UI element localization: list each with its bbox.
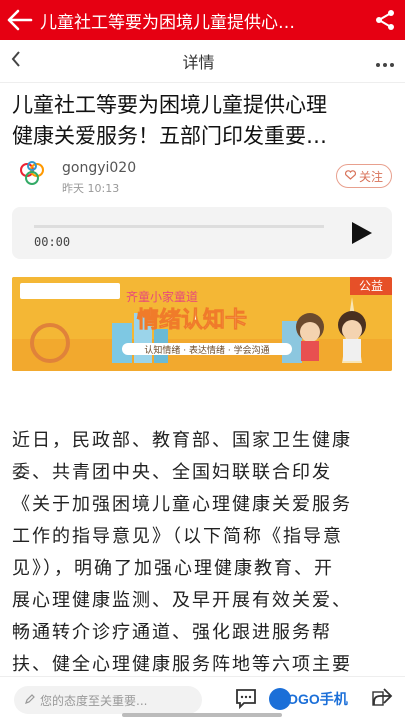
audio-time: 00:00 <box>34 235 71 249</box>
body-line: 畅通转介诊疗通道、强化跟进服务帮 <box>12 622 332 643</box>
body-line: 见》），明确了加强心理健康教育、开 <box>12 558 334 579</box>
share-icon[interactable] <box>365 0 405 40</box>
banner-badge: 公益 <box>359 279 383 293</box>
audio-player: 00:00 <box>12 207 392 259</box>
body-line: 展心理健康监测、及早开展有效关爱、 <box>12 590 352 611</box>
body-line: 《关于加强困境儿童心理健康关爱服务 <box>12 494 352 515</box>
forward-icon[interactable] <box>371 687 393 711</box>
chevron-left-icon[interactable] <box>0 49 32 73</box>
banner-title: 情绪认知卡 <box>137 307 247 333</box>
body-line: 委、共青团中央、全国妇联联合印发 <box>12 462 332 483</box>
article-headline: 儿童社工等要为困境儿童提供心理 健康关爱服务！五部门印发重要… <box>12 90 394 152</box>
watermark-text: GOGO手机 <box>276 691 348 707</box>
author-row: gongyi020 昨天 10:13 关注 <box>12 158 394 198</box>
comment-input[interactable]: 您的态度至关重要... <box>14 686 202 714</box>
audio-progress-track[interactable] <box>34 225 324 228</box>
page-title: 详情 <box>182 53 215 72</box>
headline-line: 儿童社工等要为困境儿童提供心理 <box>12 93 327 117</box>
banner-subtitle: 认知情绪 · 表达情绪 · 学会沟通 <box>144 344 269 356</box>
publish-time: 昨天 10:13 <box>62 182 120 195</box>
author-logo[interactable] <box>12 158 52 198</box>
top-red-bar: 儿童社工等要为困境儿童提供心… <box>0 0 405 40</box>
body-line: 近日，民政部、教育部、国家卫生健康 <box>12 430 352 451</box>
top-title: 儿童社工等要为困境儿童提供心… <box>40 12 295 33</box>
follow-label: 关注 <box>358 169 383 184</box>
banner-top-text: 齐童小家童道 <box>126 289 198 304</box>
comment-placeholder: 您的态度至关重要... <box>40 693 148 708</box>
heart-icon <box>344 169 357 183</box>
back-arrow-icon[interactable] <box>0 0 40 40</box>
body-line: 工作的指导意见》（以下简称《指导意 <box>12 526 343 547</box>
play-icon[interactable] <box>352 222 372 244</box>
more-icon[interactable] <box>365 49 405 73</box>
author-name[interactable]: gongyi020 <box>62 160 136 176</box>
gogo-watermark-logo: GOGO手机 <box>268 686 352 716</box>
detail-header: 详情 <box>0 40 405 83</box>
headline-line: 健康关爱服务！五部门印发重要… <box>12 124 327 148</box>
follow-button[interactable]: 关注 <box>336 164 392 188</box>
article-body: 近日，民政部、教育部、国家卫生健康 委、共青团中央、全国妇联联合印发 《关于加强… <box>12 425 392 681</box>
comment-icon[interactable] <box>234 687 258 713</box>
home-indicator <box>122 713 282 717</box>
article-banner-image[interactable]: 公益 齐童小家童道 情绪认知卡 认知情绪 · 表达情绪 · 学会沟通 <box>12 277 392 371</box>
pencil-icon <box>24 693 36 708</box>
